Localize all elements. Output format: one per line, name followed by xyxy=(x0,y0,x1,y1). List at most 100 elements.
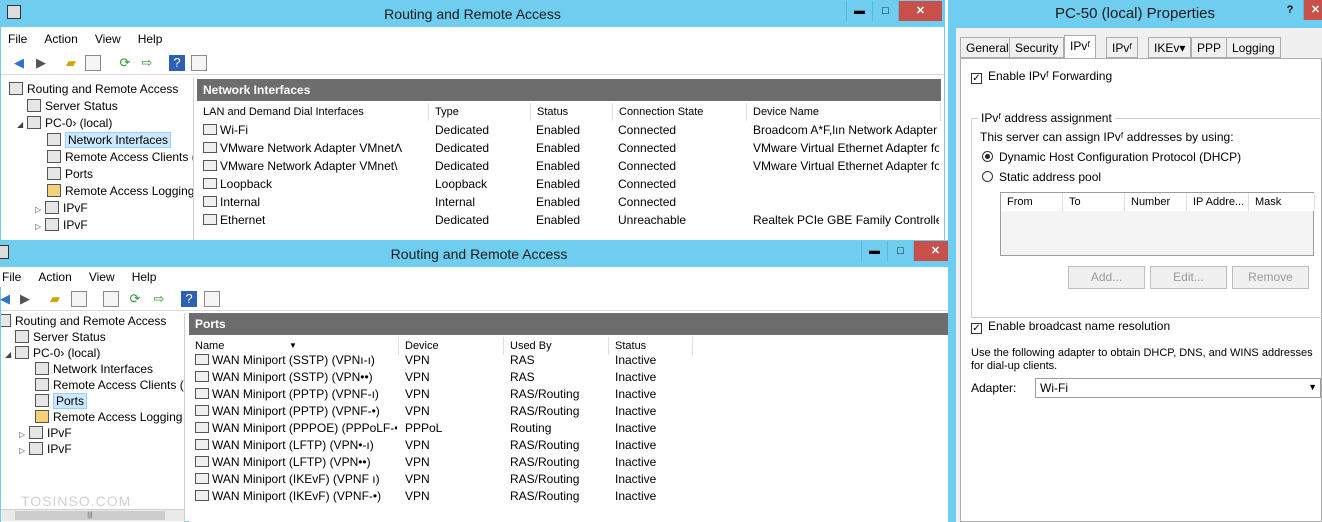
up-folder-icon[interactable]: ▰ xyxy=(63,55,79,71)
table-row[interactable]: WAN Miniport (SSTP) (VPNı-ı) VPN RAS Inacti… xyxy=(189,351,956,369)
tree-node-logging[interactable]: Remote Access Logging xyxy=(47,183,193,200)
tree-node-logging[interactable]: Remote Access Logging xyxy=(35,409,182,426)
enable-forwarding-checkbox[interactable]: ✓ Enable IPvᶠ Forwarding xyxy=(971,69,1112,84)
pool-col-ip-address[interactable]: IP Addre... xyxy=(1187,193,1249,211)
table-row[interactable]: WAN Miniport (LFTP) (VPN•-ı) VPN RAS/Routi… xyxy=(189,436,956,454)
tree-node-network-interfaces[interactable]: Network Interfaces xyxy=(47,132,172,149)
up-folder-icon[interactable]: ▰ xyxy=(47,291,63,307)
scrollbar-thumb[interactable]: ||| xyxy=(15,511,165,520)
menu-file[interactable]: File xyxy=(0,267,28,287)
help-icon[interactable]: ? xyxy=(169,55,185,71)
col-device-name[interactable]: Device Name xyxy=(747,103,941,121)
tree-node-remote-access-clients[interactable]: Remote Access Clients (‹ xyxy=(35,377,184,394)
properties-pane-icon[interactable] xyxy=(191,55,207,71)
tree-node-ports[interactable]: Ports xyxy=(47,166,93,183)
tree-node-root[interactable]: Routing and Remote Access xyxy=(9,81,178,98)
dhcp-radio[interactable]: Dynamic Host Configuration Protocol (DHC… xyxy=(982,150,1241,164)
export-list-icon[interactable]: ⇨ xyxy=(151,291,167,307)
tree-node-ipv4[interactable]: ▷ IPvF xyxy=(35,200,88,217)
tab-ipv4[interactable]: IPvᶠ xyxy=(1064,35,1097,59)
menu-help[interactable]: Help xyxy=(131,29,170,49)
tree-node-server-status[interactable]: Server Status xyxy=(15,329,106,346)
forward-arrow-icon[interactable]: ▶ xyxy=(17,291,33,307)
collapse-icon[interactable]: ◢ xyxy=(17,116,27,133)
expand-icon[interactable]: ▷ xyxy=(19,442,29,459)
minimize-button[interactable]: ▬ xyxy=(861,241,887,261)
back-arrow-icon[interactable]: ◀ xyxy=(11,55,27,71)
top-title-bar[interactable]: Routing and Remote Access ▬ □ ✕ xyxy=(1,1,944,27)
tree-node-local-server[interactable]: ◢ PC-0› (local) xyxy=(5,345,100,362)
expand-icon[interactable]: ▷ xyxy=(35,201,45,218)
col-type[interactable]: Type xyxy=(429,103,531,121)
properties-pane-icon[interactable] xyxy=(204,291,220,307)
tab-ikev2[interactable]: IKEv▾ xyxy=(1148,37,1192,58)
tree-node-ipv6[interactable]: ▷ IPvF xyxy=(35,217,88,234)
broadcast-resolution-checkbox[interactable]: ✓ Enable broadcast name resolution xyxy=(971,319,1170,334)
tree-node-ports[interactable]: Ports xyxy=(35,393,88,410)
tree-node-local-server[interactable]: ◢ PC-0› (local) xyxy=(17,115,112,132)
table-row[interactable]: WAN Miniport (PPTP) (VPNF-ı) VPN RAS/Routi… xyxy=(189,385,956,403)
maximize-button[interactable]: □ xyxy=(872,1,898,21)
table-row[interactable]: WAN Miniport (IKEvF) (VPNF ı) VPN RAS/Rout… xyxy=(189,470,956,488)
remove-button[interactable]: Remove xyxy=(1232,266,1309,289)
horizontal-scrollbar[interactable]: ||| xyxy=(1,509,184,521)
export-list-icon[interactable]: ⇨ xyxy=(139,55,155,71)
tree-node-ipv4[interactable]: ▷ IPvF xyxy=(19,425,72,442)
help-button[interactable]: ? xyxy=(1277,0,1303,20)
menu-file[interactable]: File xyxy=(1,29,34,49)
menu-help[interactable]: Help xyxy=(125,267,164,287)
table-row[interactable]: WAN Miniport (PPTP) (VPNF-•) VPN RAS/Routi… xyxy=(189,402,956,420)
pool-col-mask[interactable]: Mask xyxy=(1249,193,1315,211)
collapse-icon[interactable]: ◢ xyxy=(5,346,15,363)
table-row[interactable]: Loopback Loopback Enabled Connected xyxy=(197,175,941,193)
table-row[interactable]: Ethernet Dedicated Enabled Unreachable R… xyxy=(197,211,941,229)
help-icon[interactable]: ? xyxy=(181,291,197,307)
close-button[interactable]: ✕ xyxy=(898,1,942,21)
pool-col-number[interactable]: Number xyxy=(1125,193,1187,211)
tree-node-server-status[interactable]: Server Status xyxy=(27,98,118,115)
pool-col-to[interactable]: To xyxy=(1063,193,1125,211)
tab-general[interactable]: General xyxy=(960,37,1015,58)
tab-ppp[interactable]: PPP xyxy=(1191,37,1228,58)
tree-node-network-interfaces[interactable]: Network Interfaces xyxy=(35,361,153,378)
table-row[interactable]: Wi-Fi Dedicated Enabled Connected Broadc… xyxy=(197,121,941,139)
tree-node-ipv6[interactable]: ▷ IPvF xyxy=(19,441,72,458)
refresh-icon[interactable]: ⟳ xyxy=(117,55,133,71)
table-row[interactable]: Internal Internal Enabled Connected xyxy=(197,193,941,211)
col-connection-state[interactable]: Connection State xyxy=(613,103,747,121)
show-hide-tree-icon[interactable] xyxy=(71,291,87,307)
table-row[interactable]: VMware Network Adapter VMnet\ Dedicated … xyxy=(197,157,941,175)
table-row[interactable]: VMware Network Adapter VMnetΛ Dedicated … xyxy=(197,139,941,157)
forward-arrow-icon[interactable]: ▶ xyxy=(33,55,49,71)
table-row[interactable]: WAN Miniport (SSTP) (VPN••) VPN RAS Inactiv… xyxy=(189,368,956,386)
refresh-icon[interactable]: ⟳ xyxy=(127,291,143,307)
menu-view[interactable]: View xyxy=(82,267,122,287)
tab-logging[interactable]: Logging xyxy=(1226,37,1281,58)
tab-ipv6[interactable]: IPvᶠ xyxy=(1106,37,1139,58)
chevron-down-icon[interactable]: ▼ xyxy=(1308,382,1317,392)
expand-icon[interactable]: ▷ xyxy=(35,218,45,235)
col-interface[interactable]: LAN and Demand Dial Interfaces xyxy=(197,103,429,121)
tree-node-root[interactable]: Routing and Remote Access xyxy=(1,313,166,330)
edit-button[interactable]: Edit... xyxy=(1150,266,1227,289)
menu-action[interactable]: Action xyxy=(31,267,78,287)
add-button[interactable]: Add... xyxy=(1068,266,1145,289)
menu-view[interactable]: View xyxy=(88,29,128,49)
back-arrow-icon[interactable]: ◀ xyxy=(0,291,13,307)
show-hide-tree-icon[interactable] xyxy=(85,55,101,71)
properties-icon[interactable] xyxy=(103,291,119,307)
maximize-button[interactable]: □ xyxy=(887,241,913,261)
minimize-button[interactable]: ▬ xyxy=(846,1,872,21)
adapter-select[interactable]: Wi-Fi ▼ xyxy=(1035,378,1321,398)
col-status[interactable]: Status xyxy=(531,103,613,121)
table-row[interactable]: WAN Miniport (LFTP) (VPN••) VPN RAS/Routin… xyxy=(189,453,956,471)
static-pool-radio[interactable]: Static address pool xyxy=(982,170,1101,184)
address-pool-list[interactable]: From To Number IP Addre... Mask xyxy=(1000,192,1315,256)
tab-security[interactable]: Security xyxy=(1009,37,1065,58)
table-row[interactable]: WAN Miniport (PPPOE) (PPPoLF-•) PPPoL Rout… xyxy=(189,419,956,437)
tree-node-remote-access-clients[interactable]: Remote Access Clients (‹ xyxy=(47,149,193,166)
menu-action[interactable]: Action xyxy=(37,29,84,49)
pool-col-from[interactable]: From xyxy=(1001,193,1063,211)
bottom-title-bar[interactable]: Routing and Remote Access ▬ □ ✕ xyxy=(0,241,957,267)
dialog-close-button[interactable]: ✕ xyxy=(1303,0,1322,20)
